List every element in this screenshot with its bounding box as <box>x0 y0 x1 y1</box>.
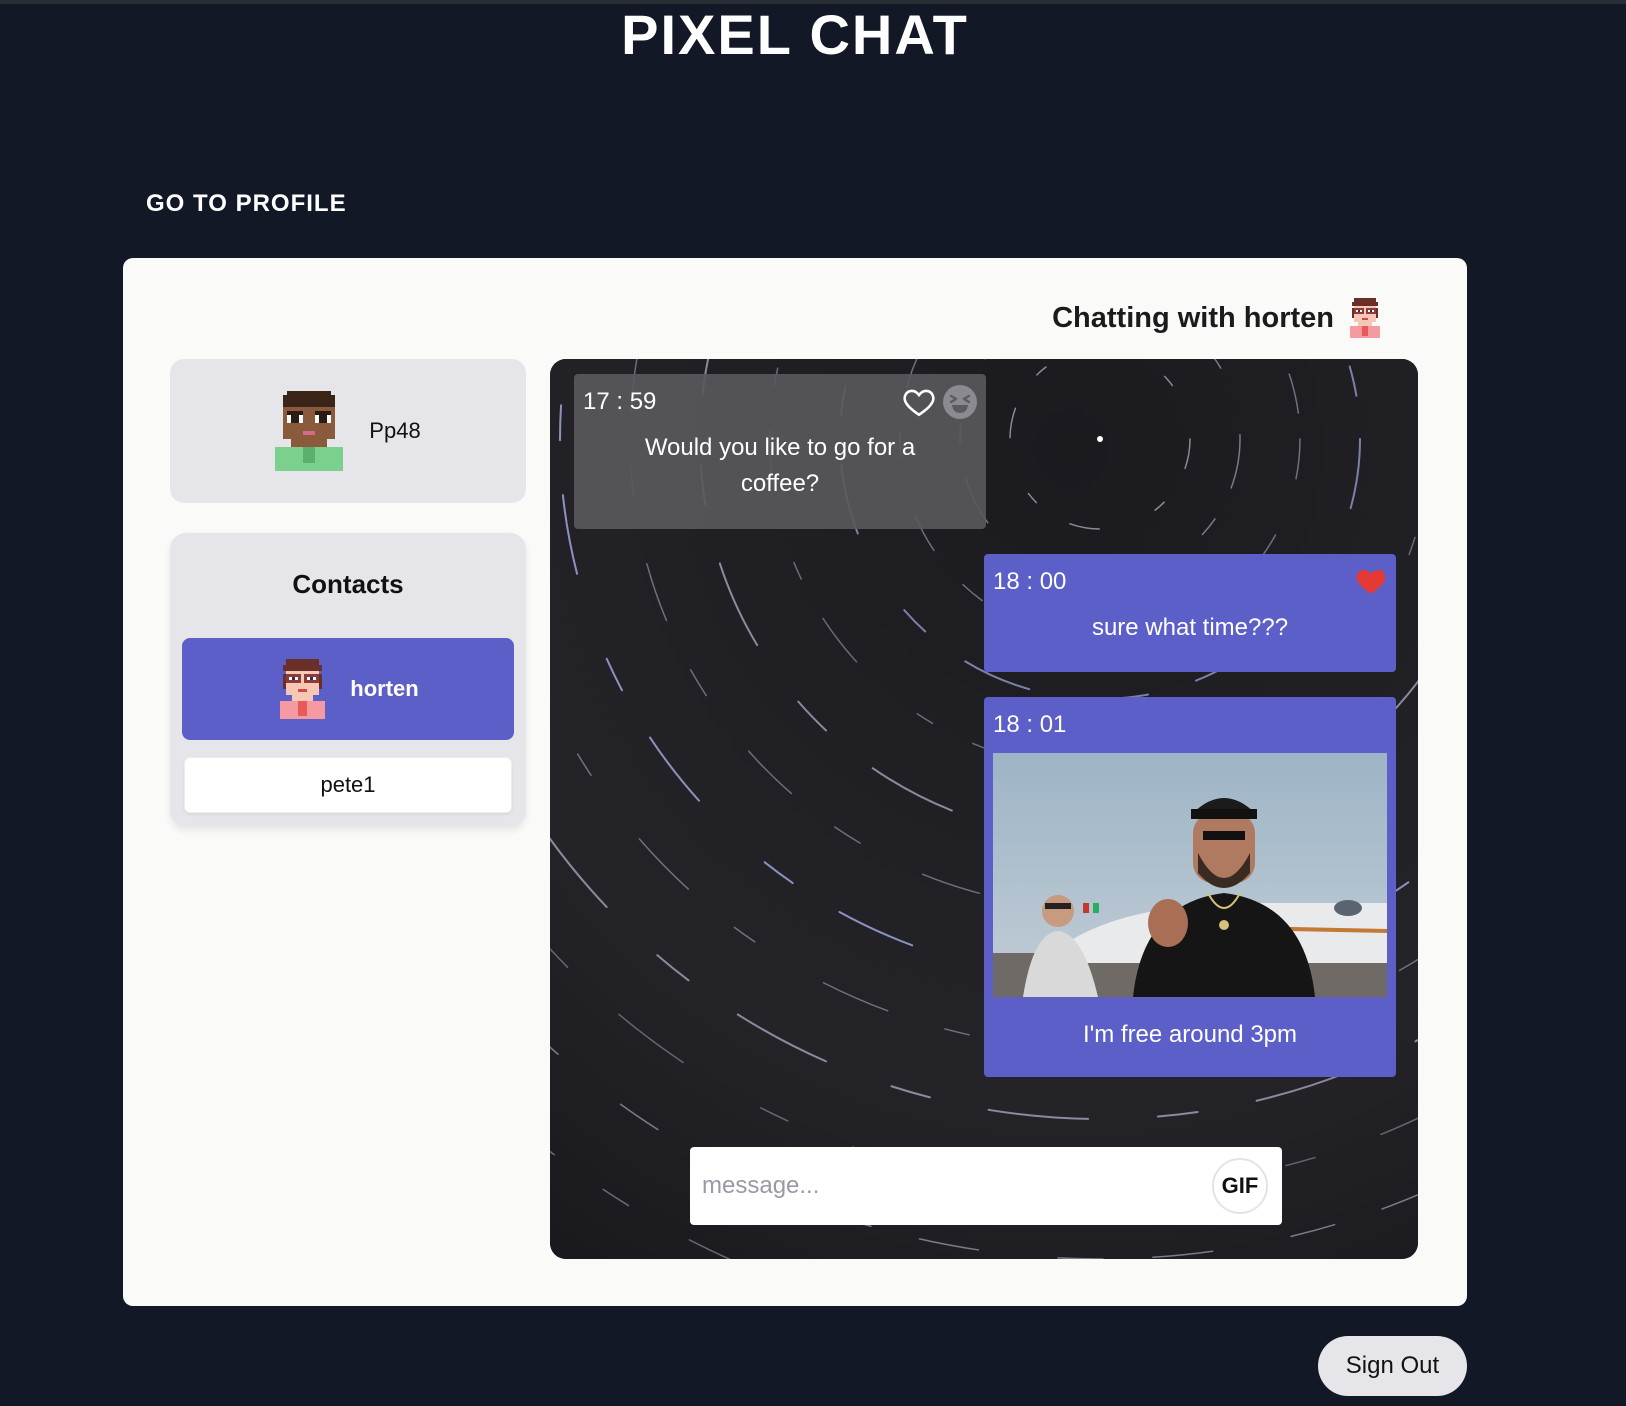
contact-name: horten <box>350 676 419 701</box>
chat-heading: Chatting with horten <box>1052 298 1382 338</box>
message-text: sure what time??? <box>1091 614 1289 641</box>
message-text: I'm free around 3pm <box>1082 1021 1298 1048</box>
go-to-profile-link[interactable]: GO TO PROFILE <box>146 190 347 218</box>
horten-avatar-icon <box>1348 298 1382 338</box>
message-sent-with-gif: 18 : 01 I'm free around 3pm <box>984 697 1396 1077</box>
heart-icon[interactable] <box>902 385 936 423</box>
gif-button[interactable]: GIF <box>1212 1158 1268 1214</box>
message-text: Would you like to go for a coffee? <box>644 434 916 497</box>
heart-icon[interactable] <box>1354 564 1388 602</box>
message-received: 17 : 59 Would you like to go for a coffe… <box>574 374 986 529</box>
contact-name: pete1 <box>320 772 376 797</box>
horten-avatar-icon <box>277 659 328 719</box>
message-composer: GIF <box>690 1147 1282 1225</box>
message-time: 17 : 59 <box>583 388 657 415</box>
message-input[interactable] <box>702 1161 1202 1211</box>
current-user-name: Pp48 <box>369 418 421 443</box>
laughing-emoji-icon[interactable] <box>942 384 978 424</box>
user-avatar-icon <box>275 391 344 471</box>
message-time: 18 : 01 <box>993 711 1067 738</box>
chat-area[interactable]: 17 : 59 Would you like to go for a coffe… <box>550 359 1418 1259</box>
contact-item-horten[interactable]: horten <box>182 638 514 740</box>
message-sent: 18 : 00 sure what time??? <box>984 554 1396 672</box>
current-user-card: Pp48 <box>170 359 526 503</box>
gif-image[interactable] <box>993 753 1387 997</box>
contacts-title: Contacts <box>292 569 404 599</box>
chat-panel: Chatting with horten Pp48 Contacts horte… <box>123 258 1467 1306</box>
sign-out-button[interactable]: Sign Out <box>1318 1336 1467 1396</box>
contacts-card: Contacts horten pete1 <box>170 533 526 827</box>
chat-heading-text: Chatting with horten <box>1052 301 1334 334</box>
contact-item-pete1[interactable]: pete1 <box>184 757 512 813</box>
app-title: PIXEL CHAT <box>621 3 969 66</box>
message-time: 18 : 00 <box>993 568 1067 595</box>
